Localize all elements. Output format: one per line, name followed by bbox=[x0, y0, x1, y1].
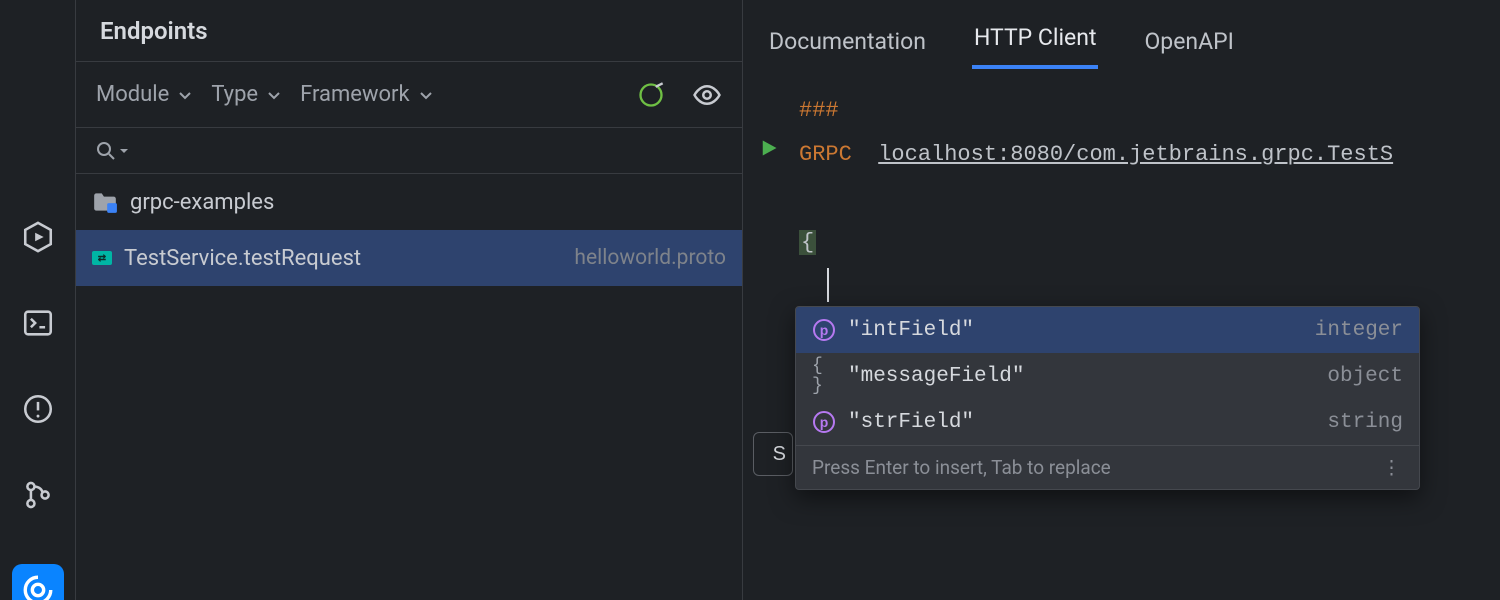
http-client-editor[interactable]: ### GRPC localhost:8080/com.jetbrains.gr… bbox=[743, 82, 1500, 600]
completion-item[interactable]: { } "messageField" object bbox=[796, 353, 1419, 399]
filter-type-label: Type bbox=[211, 82, 258, 107]
tree-folder-label: grpc-examples bbox=[130, 190, 274, 215]
code-url: localhost:8080/com.jetbrains.grpc.TestS bbox=[878, 142, 1393, 167]
text-caret bbox=[827, 268, 829, 302]
truncated-button[interactable]: S bbox=[753, 432, 793, 476]
endpoints-panel: Endpoints Module Type Framework bbox=[76, 0, 742, 600]
panel-header: Endpoints bbox=[76, 0, 742, 62]
code-area[interactable]: ### GRPC localhost:8080/com.jetbrains.gr… bbox=[799, 88, 1500, 308]
completion-item-type: object bbox=[1327, 365, 1403, 388]
code-method: GRPC bbox=[799, 142, 852, 167]
chevron-down-icon bbox=[118, 145, 130, 157]
completion-footer: Press Enter to insert, Tab to replace ⋮ bbox=[796, 445, 1419, 489]
completion-item-label: "strField" bbox=[848, 411, 974, 434]
chevron-down-icon bbox=[418, 87, 434, 103]
assist-button[interactable] bbox=[12, 564, 64, 600]
problems-icon[interactable] bbox=[18, 392, 58, 426]
folder-icon bbox=[92, 191, 118, 213]
tree-folder-row[interactable]: grpc-examples bbox=[76, 174, 742, 230]
chevron-down-icon bbox=[177, 87, 193, 103]
preview-icon[interactable] bbox=[692, 80, 722, 110]
completion-item-type: integer bbox=[1315, 319, 1403, 342]
tab-openapi[interactable]: OpenAPI bbox=[1142, 18, 1235, 65]
editor-gutter bbox=[743, 82, 799, 600]
completion-hint: Press Enter to insert, Tab to replace bbox=[812, 456, 1111, 479]
panel-title: Endpoints bbox=[100, 17, 208, 45]
tree-endpoint-file: helloworld.proto bbox=[574, 246, 726, 270]
filters-row: Module Type Framework bbox=[76, 62, 742, 128]
property-kind-icon: p bbox=[812, 318, 836, 342]
search-row[interactable] bbox=[76, 128, 742, 174]
tab-documentation[interactable]: Documentation bbox=[767, 18, 928, 65]
filter-framework-label: Framework bbox=[300, 82, 410, 107]
code-sep: ### bbox=[799, 98, 839, 123]
filter-module[interactable]: Module bbox=[96, 82, 193, 107]
completion-item-label: "messageField" bbox=[848, 365, 1024, 388]
completion-item-label: "intField" bbox=[848, 319, 974, 342]
filter-framework[interactable]: Framework bbox=[300, 82, 434, 107]
vcs-icon[interactable] bbox=[18, 478, 58, 512]
tree-endpoint-label: TestService.testRequest bbox=[124, 246, 361, 271]
run-gutter-icon[interactable] bbox=[759, 138, 779, 165]
completion-item[interactable]: p "strField" string bbox=[796, 399, 1419, 445]
filter-type[interactable]: Type bbox=[211, 82, 282, 107]
completion-more-icon[interactable]: ⋮ bbox=[1382, 456, 1403, 479]
services-icon[interactable] bbox=[18, 220, 58, 254]
completion-item-type: string bbox=[1327, 411, 1403, 434]
endpoint-tree: grpc-examples ⇄ TestService.testRequest … bbox=[76, 174, 742, 600]
right-pane: Documentation HTTP Client OpenAPI ### GR… bbox=[742, 0, 1500, 600]
caret-line[interactable] bbox=[799, 264, 1500, 308]
search-icon bbox=[94, 139, 130, 163]
completion-popup: p "intField" integer { } "messageField" … bbox=[795, 306, 1420, 490]
property-kind-icon: p bbox=[812, 410, 836, 434]
grpc-method-icon: ⇄ bbox=[92, 251, 112, 265]
chevron-down-icon bbox=[266, 87, 282, 103]
tab-http-client[interactable]: HTTP Client bbox=[972, 14, 1099, 69]
code-brace: { bbox=[799, 230, 816, 255]
configure-icon[interactable] bbox=[636, 80, 666, 110]
object-kind-icon: { } bbox=[812, 364, 836, 388]
tree-endpoint-row[interactable]: ⇄ TestService.testRequest helloworld.pro… bbox=[76, 230, 742, 286]
completion-item[interactable]: p "intField" integer bbox=[796, 307, 1419, 353]
left-tool-rail bbox=[0, 0, 76, 600]
terminal-icon[interactable] bbox=[18, 306, 58, 340]
filter-module-label: Module bbox=[96, 82, 169, 107]
tabs-row: Documentation HTTP Client OpenAPI bbox=[743, 0, 1500, 82]
